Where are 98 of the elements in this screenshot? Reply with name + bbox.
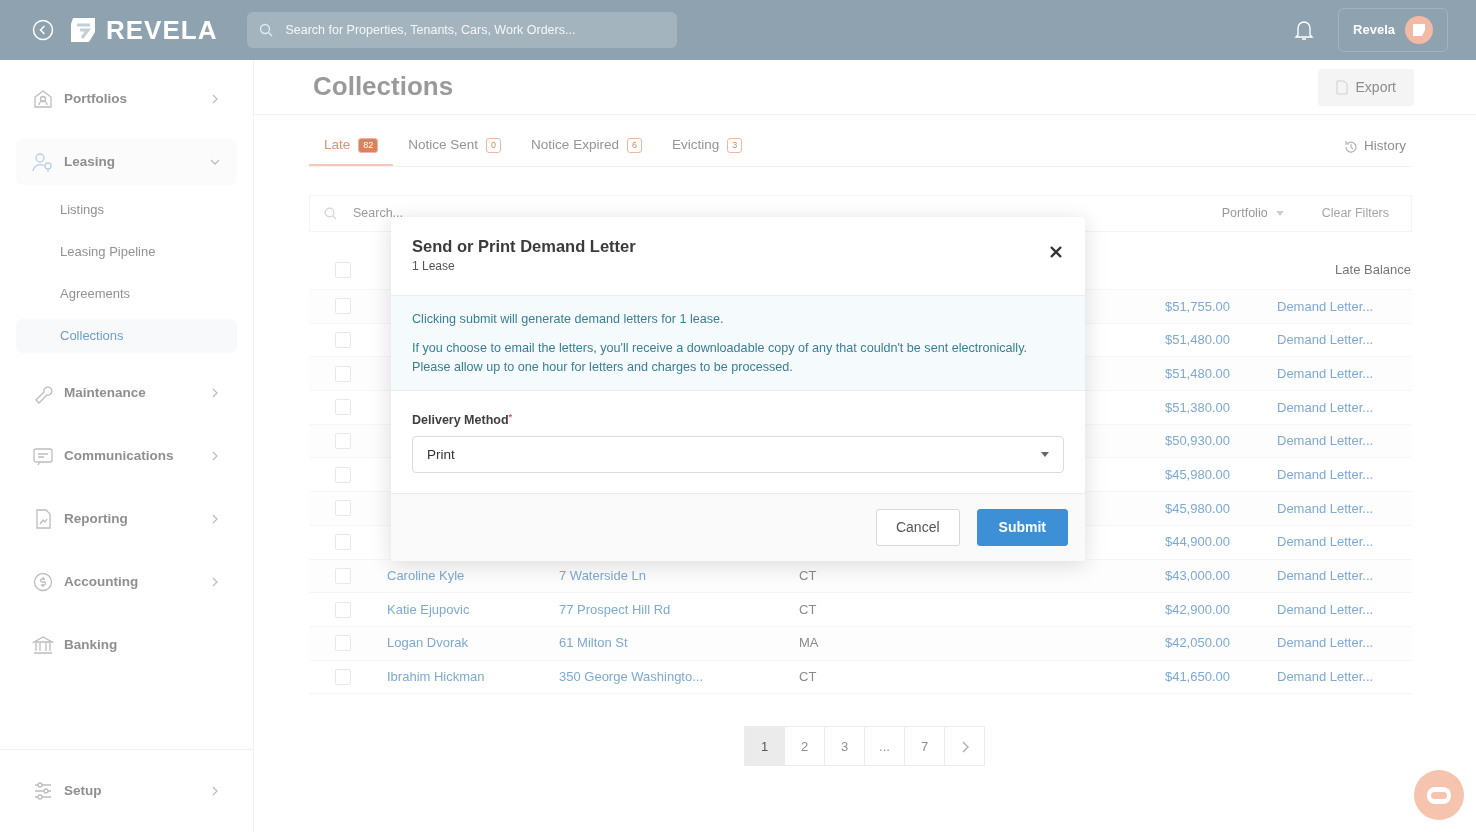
address-link[interactable]: 77 Prospect Hill Rd <box>559 599 799 620</box>
sliders-icon <box>32 780 54 802</box>
chevron-right-icon <box>960 741 969 754</box>
chat-icon <box>32 445 54 467</box>
sidebar-subitem[interactable]: Collections <box>16 319 237 353</box>
table-cell-text: $45,980.00 <box>1163 499 1230 518</box>
demand-letter-link[interactable]: Demand Letter... <box>1230 498 1411 519</box>
sidebar-item[interactable]: Setup <box>16 768 237 814</box>
page-button[interactable]: ... <box>864 726 905 767</box>
table-cell-text: $51,755.00 <box>1163 297 1230 316</box>
history-button[interactable]: History <box>1338 127 1412 166</box>
next-page-button[interactable] <box>944 726 985 767</box>
field-label: Delivery Method$^{*}$ <box>412 411 514 430</box>
info-text: If you choose to email the letters, you'll receive a downloadable copy of any that couldn't be sent electronically. Please allow up to one hour for letters and charges to be processed. <box>412 339 1029 376</box>
cancel-button[interactable]: Cancel <box>875 509 960 547</box>
table-cell-text: $50,930.00 <box>1163 432 1230 451</box>
brand-name: REVELA <box>106 13 218 47</box>
tenant-link[interactable]: Katie Ejupovic <box>387 599 559 620</box>
tab[interactable]: Notice Sent 0 <box>393 127 517 166</box>
sidebar-item[interactable]: Banking <box>16 622 237 668</box>
tab[interactable]: Notice Expired 6 <box>516 127 657 166</box>
demand-letter-link[interactable]: Demand Letter... <box>1230 633 1411 653</box>
bell-icon[interactable] <box>1294 19 1315 41</box>
tab[interactable]: Evicting 3 <box>656 127 758 166</box>
sidebar-subitem[interactable]: Leasing Pipeline <box>16 235 237 269</box>
table-cell-text: $51,380.00 <box>1163 398 1230 417</box>
dollar-icon <box>32 571 54 593</box>
person-icon <box>32 151 54 173</box>
tenant-link[interactable]: Caroline Kyle <box>387 566 559 586</box>
submit-button[interactable]: Submit <box>976 509 1068 547</box>
info-text: Clicking submit will generate demand letters for 1 lease. <box>412 310 725 328</box>
table-cell-text: CT <box>799 668 818 687</box>
table-cell-text: CT <box>799 600 818 619</box>
avatar-icon <box>1405 16 1433 44</box>
table-cell-text: CT <box>799 567 818 586</box>
table-cell-text: $42,050.00 <box>1163 634 1230 653</box>
demand-letter-link[interactable]: Demand Letter... <box>1230 667 1411 687</box>
demand-letter-link[interactable]: Demand Letter... <box>1230 330 1411 350</box>
portfolio-dropdown[interactable]: Portfolio <box>1221 204 1284 223</box>
page-button[interactable]: 7 <box>904 726 945 767</box>
house-icon <box>32 88 54 110</box>
table-cell-text: $43,000.00 <box>1163 567 1230 586</box>
tab[interactable]: Late 82 <box>309 127 394 166</box>
modal-subtitle: 1 Lease <box>412 257 456 275</box>
delivery-method-select[interactable]: Print <box>412 436 1064 474</box>
address-link[interactable]: 7 Waterside Ln <box>559 566 799 586</box>
demand-letter-link[interactable]: Demand Letter... <box>1230 532 1411 552</box>
caret-icon <box>1275 211 1284 216</box>
table-cell-text: $44,900.00 <box>1163 533 1230 552</box>
sidebar-item[interactable]: Reporting <box>16 496 237 542</box>
page-title: Collections <box>313 71 454 103</box>
demand-letter-link[interactable]: Demand Letter... <box>1230 599 1411 620</box>
demand-letter-link[interactable]: Demand Letter... <box>1230 566 1411 586</box>
demand-letter-link[interactable]: Demand Letter... <box>1230 296 1411 317</box>
page-button[interactable]: 1 <box>744 726 785 767</box>
logo-icon <box>68 15 98 45</box>
bank-icon <box>32 634 54 656</box>
robot-icon <box>1424 784 1454 806</box>
table-cell-text: $51,480.00 <box>1163 331 1230 350</box>
table-cell-text: $51,480.00 <box>1163 364 1230 383</box>
export-button[interactable]: Export <box>1317 68 1414 106</box>
count-badge: 0 <box>486 137 502 154</box>
count-badge: 3 <box>727 137 743 154</box>
search-icon <box>259 23 274 37</box>
search-field[interactable]: Search for Properties, Tenants, Cars, Work Orders... <box>247 12 678 48</box>
sidebar-item[interactable]: Communications <box>16 433 237 479</box>
clear-filters-button[interactable]: Clear Filters <box>1313 200 1397 227</box>
sidebar-item[interactable]: Portfolios <box>16 76 237 122</box>
tenant-link[interactable]: Logan Dvorak <box>387 633 559 653</box>
column-header: Late Balance <box>1334 260 1411 279</box>
sidebar-item[interactable]: Maintenance <box>16 370 237 416</box>
demand-letter-link[interactable]: Demand Letter... <box>1230 465 1411 485</box>
modal-title: Send or Print Demand Letter <box>412 237 636 257</box>
table-cell-text: MA <box>799 634 820 653</box>
sidebar-subitem[interactable]: Listings <box>16 193 237 227</box>
tenant-link[interactable]: Ibrahim Hickman <box>387 667 559 687</box>
demand-letter-link[interactable]: Demand Letter... <box>1230 431 1411 451</box>
search-input[interactable]: Search for Properties, Tenants, Cars, Work Orders... <box>283 19 666 41</box>
file-icon <box>1335 79 1348 95</box>
page-button[interactable]: 3 <box>824 726 865 767</box>
sidebar-item[interactable]: Accounting <box>16 559 237 605</box>
history-icon <box>1344 139 1358 154</box>
search-icon <box>324 207 337 220</box>
table-cell-text: $41,650.00 <box>1163 668 1230 687</box>
address-link[interactable]: 350 George Washingto... <box>559 667 799 687</box>
table-cell-text: $42,900.00 <box>1163 600 1230 619</box>
count-badge: 6 <box>626 137 642 154</box>
sidebar-subitem[interactable]: Agreements <box>16 277 237 311</box>
chatbot-button[interactable] <box>1414 770 1464 820</box>
count-badge: 82 <box>358 137 379 154</box>
account-button[interactable]: Revela <box>1338 8 1448 52</box>
page-button[interactable]: 2 <box>784 726 825 767</box>
demand-letter-link[interactable]: Demand Letter... <box>1230 397 1411 418</box>
address-link[interactable]: 61 Milton St <box>559 633 799 653</box>
caret-icon <box>1041 452 1049 458</box>
table-cell-text: $45,980.00 <box>1163 466 1230 485</box>
demand-letter-link[interactable]: Demand Letter... <box>1230 363 1411 384</box>
back-icon[interactable] <box>32 19 54 41</box>
